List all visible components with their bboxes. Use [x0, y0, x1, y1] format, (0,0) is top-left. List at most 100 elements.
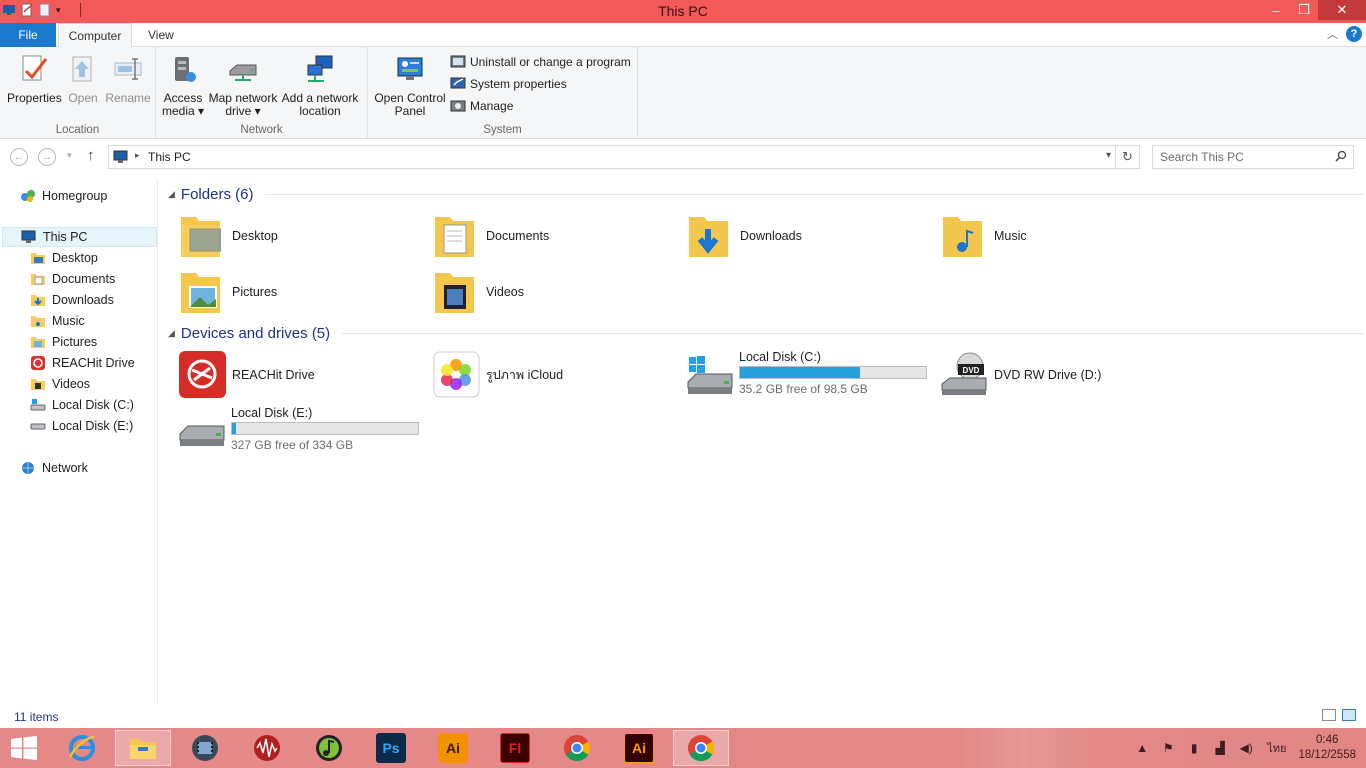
- folder-tile-downloads[interactable]: Downloads: [686, 210, 936, 262]
- taskbar-video-app[interactable]: [177, 730, 233, 766]
- tab-view[interactable]: View: [138, 23, 184, 47]
- restore-button[interactable]: ❐: [1290, 0, 1318, 20]
- taskbar-flash[interactable]: Fl: [487, 730, 543, 766]
- close-button[interactable]: ✕: [1318, 0, 1366, 20]
- folder-tile-pictures[interactable]: Pictures: [178, 266, 428, 318]
- breadcrumb-chevron-icon[interactable]: ▸: [135, 150, 140, 161]
- folders-group-header[interactable]: ◢ Folders (6): [168, 186, 1363, 203]
- ribbon-right-controls: ︿ ?: [1327, 26, 1362, 42]
- nav-item-reachit-drive[interactable]: REACHit Drive: [30, 353, 135, 373]
- folder-label: Downloads: [740, 229, 802, 243]
- action-center-flag-icon[interactable]: ⚑: [1160, 740, 1176, 756]
- nav-label-network: Network: [42, 461, 88, 475]
- tab-computer[interactable]: Computer: [58, 23, 132, 48]
- device-tile-reachit[interactable]: REACHit Drive: [178, 349, 428, 401]
- properties-button[interactable]: Properties: [7, 53, 62, 105]
- add-network-location-button[interactable]: Add a network location: [280, 53, 360, 118]
- taskbar-photoshop[interactable]: Ps: [363, 730, 419, 766]
- folder-icon: [31, 253, 45, 264]
- nav-label-music: Music: [52, 314, 85, 328]
- taskbar-illustrator-cs[interactable]: Ai: [425, 730, 481, 766]
- back-button[interactable]: ←: [10, 148, 28, 166]
- collapse-triangle-icon[interactable]: ◢: [168, 189, 175, 200]
- taskbar-itunes[interactable]: [301, 730, 357, 766]
- folder-icon: [31, 337, 45, 348]
- drive-usage-fill: [740, 367, 860, 378]
- nav-item-videos[interactable]: Videos: [30, 374, 90, 394]
- ribbon-group-network: Access media ▾ Map network drive ▾ Add a…: [156, 47, 368, 139]
- drive-name: Local Disk (E:): [231, 406, 313, 420]
- nav-item-music[interactable]: Music: [30, 311, 85, 331]
- nav-item-homegroup[interactable]: Homegroup: [20, 186, 107, 206]
- open-button[interactable]: Open: [66, 53, 100, 105]
- device-tile-local-disk-e[interactable]: Local Disk (E:) 327 GB free of 334 GB: [178, 406, 428, 458]
- devices-group-header[interactable]: ◢ Devices and drives (5): [168, 325, 1363, 342]
- this-pc-icon: [21, 230, 36, 243]
- device-label: DVD RW Drive (D:): [994, 368, 1102, 382]
- folder-icon: [31, 316, 45, 327]
- refresh-icon[interactable]: ↻: [1115, 146, 1139, 168]
- large-icons-view-icon[interactable]: [1342, 709, 1356, 721]
- taskbar-file-explorer[interactable]: [115, 730, 171, 766]
- nav-item-documents[interactable]: Documents: [30, 269, 115, 289]
- nav-item-this-pc[interactable]: This PC: [2, 227, 157, 247]
- taskbar-internet-explorer[interactable]: [54, 730, 110, 766]
- chevron-down-icon[interactable]: ▾: [1106, 150, 1111, 161]
- collapse-ribbon-icon[interactable]: ︿: [1327, 26, 1338, 42]
- uninstall-program-button[interactable]: Uninstall or change a program: [450, 54, 631, 70]
- device-tile-dvd-drive[interactable]: DVD DVD RW Drive (D:): [940, 349, 1190, 401]
- rename-button[interactable]: Rename: [104, 53, 152, 105]
- open-control-panel-button[interactable]: Open Control Panel: [372, 53, 448, 118]
- address-bar[interactable]: ▸ This PC ▾ ↻: [108, 145, 1140, 169]
- up-arrow-icon[interactable]: ↑: [87, 147, 95, 164]
- content-pane: ◢ Folders (6) Desktop Documents Download…: [158, 180, 1366, 705]
- recent-locations-icon[interactable]: ▾: [67, 150, 72, 161]
- collapse-triangle-icon[interactable]: ◢: [168, 328, 175, 339]
- taskbar-chrome[interactable]: [549, 730, 605, 766]
- forward-button[interactable]: →: [38, 148, 56, 166]
- music-folder-icon: [943, 217, 982, 257]
- ribbon-tabs: File Computer View ︿ ?: [0, 23, 1366, 48]
- help-icon[interactable]: ?: [1346, 26, 1362, 42]
- manage-label: Manage: [470, 99, 514, 113]
- nav-item-local-disk-c[interactable]: Local Disk (C:): [30, 395, 134, 415]
- taskbar-chrome-active[interactable]: [673, 730, 729, 766]
- nav-item-network[interactable]: Network: [20, 458, 88, 478]
- folder-tile-music[interactable]: Music: [940, 210, 1190, 262]
- documents-folder-icon: [435, 217, 474, 257]
- battery-icon[interactable]: ▮: [1186, 740, 1202, 756]
- icloud-photos-icon: [433, 351, 480, 398]
- drive-usage-fill: [232, 423, 236, 434]
- clock[interactable]: 0:46 18/12/2558: [1298, 733, 1356, 763]
- nav-item-pictures[interactable]: Pictures: [30, 332, 97, 352]
- network-signal-icon[interactable]: ▟: [1212, 740, 1228, 756]
- nav-item-local-disk-e[interactable]: Local Disk (E:): [30, 416, 133, 436]
- map-network-drive-button[interactable]: Map network drive ▾: [206, 53, 280, 118]
- folder-tile-desktop[interactable]: Desktop: [178, 210, 428, 262]
- volume-icon[interactable]: ◀): [1238, 740, 1254, 756]
- status-bar: 11 items: [0, 705, 1366, 727]
- nav-item-downloads[interactable]: Downloads: [30, 290, 114, 310]
- folder-tile-documents[interactable]: Documents: [432, 210, 682, 262]
- taskbar-illustrator-cc[interactable]: Ai: [611, 730, 667, 766]
- show-hidden-icons-icon[interactable]: ▲: [1134, 740, 1150, 756]
- windows-start-icon[interactable]: [10, 736, 38, 760]
- tab-file[interactable]: File: [0, 23, 56, 47]
- folder-tile-videos[interactable]: Videos: [432, 266, 682, 318]
- manage-button[interactable]: Manage: [450, 98, 513, 114]
- taskbar-audio-app[interactable]: [239, 730, 295, 766]
- device-tile-icloud-photos[interactable]: รูปภาพ iCloud: [432, 349, 682, 401]
- device-tile-local-disk-c[interactable]: Local Disk (C:) 35.2 GB free of 98.5 GB: [686, 350, 936, 402]
- nav-item-desktop[interactable]: Desktop: [30, 248, 98, 268]
- input-language[interactable]: ไทย: [1267, 739, 1286, 757]
- ribbon-group-location: Properties Open Rename Location: [0, 47, 156, 139]
- details-view-icon[interactable]: [1322, 709, 1336, 721]
- search-input[interactable]: Search This PC: [1152, 145, 1354, 169]
- access-media-button[interactable]: Access media ▾: [160, 53, 206, 118]
- folder-icon: [31, 295, 45, 306]
- system-properties-button[interactable]: System properties: [450, 76, 567, 92]
- map-drive-label-2: drive ▾: [225, 104, 261, 118]
- minimize-button[interactable]: –: [1262, 0, 1290, 20]
- rename-icon: [114, 58, 142, 80]
- breadcrumb[interactable]: This PC: [148, 150, 191, 164]
